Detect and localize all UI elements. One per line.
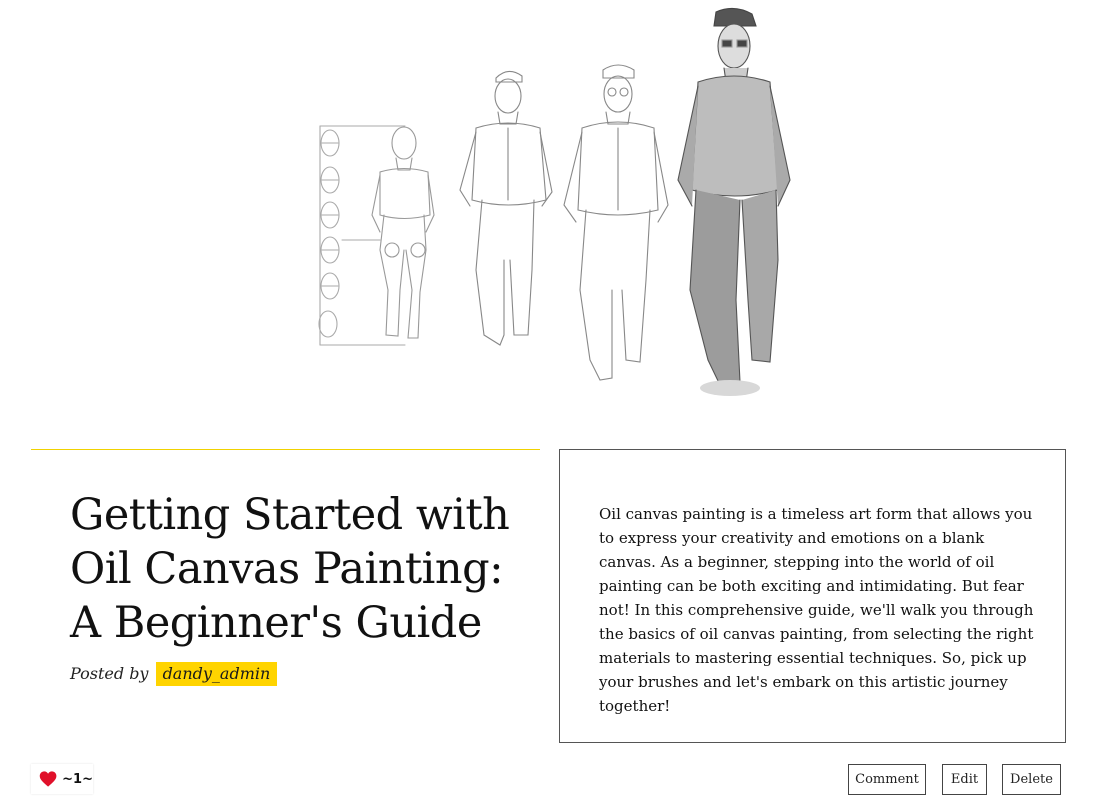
intro-box: Oil canvas painting is a timeless art fo…	[559, 449, 1066, 743]
like-count: ~1~	[62, 771, 93, 787]
sketch-shaded-figure	[677, 7, 791, 396]
delete-button[interactable]: Delete	[1002, 764, 1061, 795]
edit-button[interactable]: Edit	[942, 764, 987, 795]
hero-image	[300, 0, 800, 412]
sketch-ovals	[318, 125, 406, 346]
comment-button[interactable]: Comment	[848, 764, 926, 795]
heart-icon	[39, 771, 57, 787]
byline-prefix: Posted by	[70, 664, 149, 683]
byline: Posted by dandy_admin	[70, 662, 278, 686]
like-button[interactable]: ~1~	[31, 764, 93, 794]
sketch-outline-figure	[459, 70, 553, 346]
post-page: Getting Started with Oil Canvas Painting…	[0, 0, 1099, 806]
sketch-mannequin	[371, 126, 435, 339]
sketch-clothed-figure	[563, 64, 669, 381]
author-link[interactable]: dandy_admin	[155, 662, 278, 686]
intro-text: Oil canvas painting is a timeless art fo…	[599, 505, 1034, 715]
title-divider	[31, 449, 540, 450]
post-title: Getting Started with Oil Canvas Painting…	[70, 490, 510, 648]
